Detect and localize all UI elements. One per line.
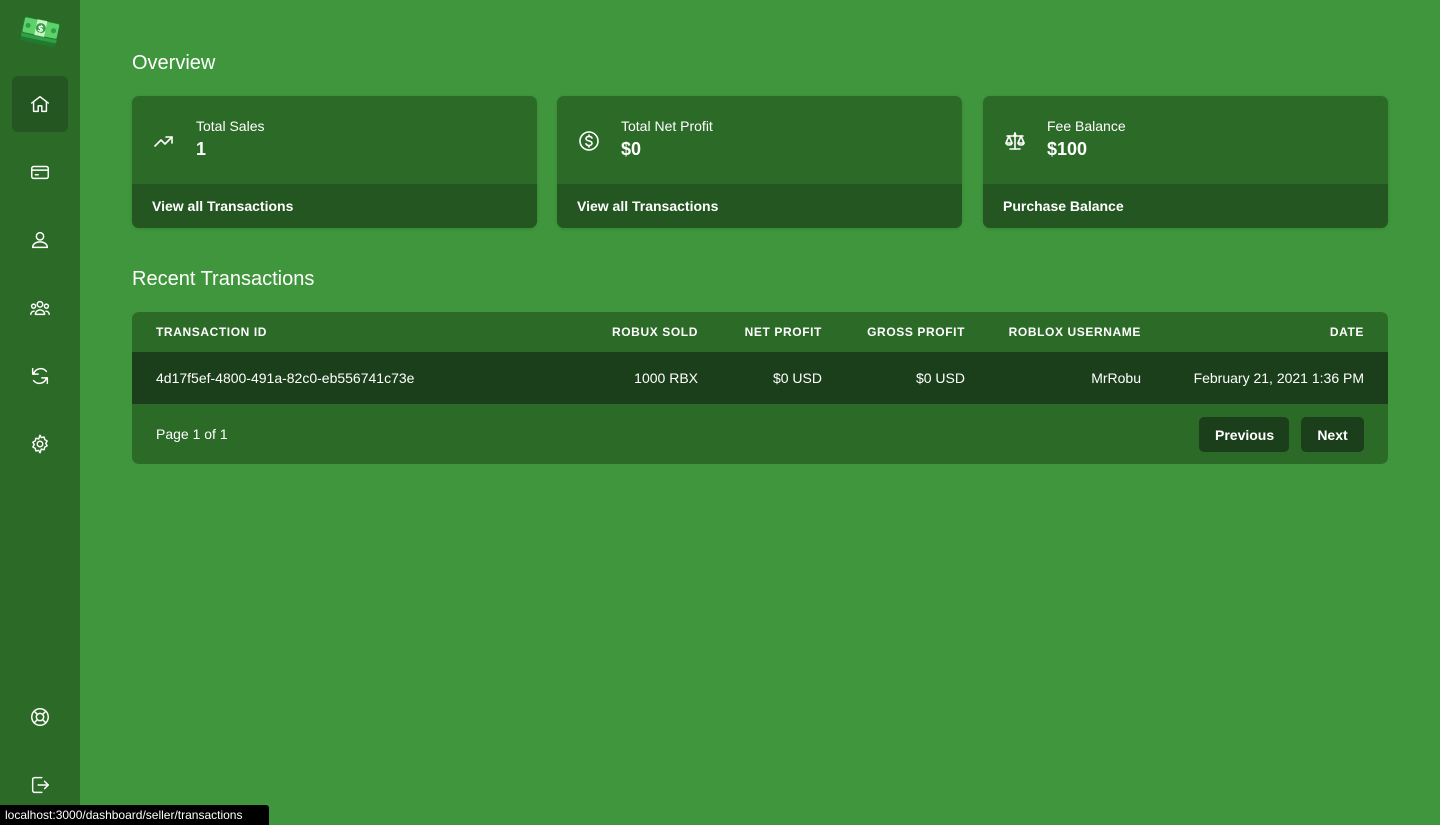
column-header: ROBLOX USERNAME <box>1008 325 1141 339</box>
sidebar-item-account[interactable] <box>12 212 68 268</box>
browser-status-bar: localhost:3000/dashboard/seller/transact… <box>0 805 269 825</box>
sidebar-item-support[interactable] <box>12 689 68 745</box>
sidebar: $ <box>0 0 80 825</box>
trending-up-icon <box>152 129 176 153</box>
sidebar-item-refresh[interactable] <box>12 348 68 404</box>
logout-icon <box>31 776 49 794</box>
roblox-username-cell: MrRobu <box>1091 370 1141 386</box>
sidebar-item-users[interactable] <box>12 280 68 336</box>
refresh-icon <box>31 367 49 385</box>
next-button[interactable]: Next <box>1301 417 1364 452</box>
column-header: ROBUX SOLD <box>611 325 698 339</box>
table-header: TRANSACTION ID ROBUX SOLD NET PROFIT GRO… <box>132 312 1388 352</box>
card-value: $0 <box>621 139 642 159</box>
page-info: Page 1 of 1 <box>156 426 228 442</box>
purchase-balance-link[interactable]: Purchase Balance <box>983 184 1388 228</box>
view-all-transactions-link[interactable]: View all Transactions <box>132 184 537 228</box>
column-header: DATE <box>1329 325 1364 339</box>
robux-sold-cell: 1000 RBX <box>634 370 698 386</box>
card-value: 1 <box>196 139 207 159</box>
pagination: Page 1 of 1 Previous Next <box>132 404 1388 464</box>
users-group-icon <box>30 300 50 316</box>
column-header: NET PROFIT <box>744 325 822 339</box>
lifebuoy-icon <box>31 708 49 726</box>
home-icon <box>31 95 49 113</box>
date-cell: February 21, 2021 1:36 PM <box>1193 370 1364 386</box>
sidebar-item-settings[interactable] <box>12 416 68 472</box>
card-value: $100 <box>1047 139 1088 159</box>
column-header: GROSS PROFIT <box>867 325 965 339</box>
total-sales-card: Total Sales 1 View all Transactions <box>132 96 537 228</box>
sidebar-item-transactions[interactable] <box>12 144 68 200</box>
card-label: Total Sales <box>196 118 265 134</box>
column-header: TRANSACTION ID <box>156 325 268 339</box>
dollar-circle-icon <box>577 129 601 153</box>
view-all-transactions-link[interactable]: View all Transactions <box>557 184 962 228</box>
card-label: Total Net Profit <box>621 118 713 134</box>
fee-balance-card: Fee Balance $100 Purchase Balance <box>983 96 1388 228</box>
transactions-table: TRANSACTION ID ROBUX SOLD NET PROFIT GRO… <box>132 312 1388 464</box>
table-row[interactable]: 4d17f5ef-4800-491a-82c0-eb556741c73e 100… <box>132 352 1388 404</box>
card-label: Fee Balance <box>1047 118 1126 134</box>
sidebar-item-home[interactable] <box>12 76 68 132</box>
previous-button[interactable]: Previous <box>1199 417 1289 452</box>
gear-icon <box>32 434 48 454</box>
credit-card-icon <box>31 165 49 180</box>
gross-profit-cell: $0 USD <box>915 370 965 386</box>
total-net-profit-card: Total Net Profit $0 View all Transaction… <box>557 96 962 228</box>
overview-title: Overview <box>132 52 216 74</box>
recent-transactions-title: Recent Transactions <box>132 268 315 290</box>
user-icon <box>31 231 49 249</box>
transaction-id-cell: 4d17f5ef-4800-491a-82c0-eb556741c73e <box>156 370 415 386</box>
net-profit-cell: $0 USD <box>772 370 822 386</box>
money-stack-logo[interactable]: $ <box>18 14 62 50</box>
scale-icon <box>1003 129 1027 153</box>
